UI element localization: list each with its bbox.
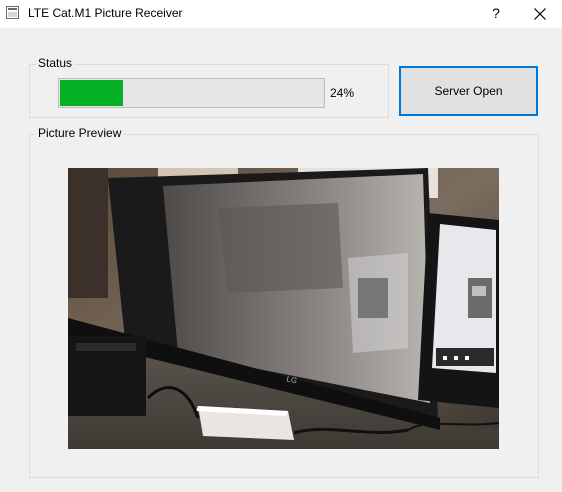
- picture-preview-image: LG: [68, 168, 499, 449]
- picture-preview-group-title: Picture Preview: [36, 126, 124, 140]
- close-button[interactable]: [526, 4, 554, 24]
- server-open-button[interactable]: Server Open: [399, 66, 538, 116]
- status-group-title: Status: [36, 56, 75, 70]
- preview-photo-drawing: LG: [68, 168, 499, 449]
- window-title: LTE Cat.M1 Picture Receiver: [28, 6, 183, 20]
- title-bar: LTE Cat.M1 Picture Receiver ?: [0, 0, 562, 28]
- app-window-icon: [6, 6, 19, 19]
- help-button[interactable]: ?: [482, 4, 510, 24]
- progress-bar: [58, 78, 325, 108]
- progress-bar-fill: [60, 80, 123, 106]
- close-icon: [534, 8, 546, 20]
- progress-percent-label: 24%: [330, 86, 355, 100]
